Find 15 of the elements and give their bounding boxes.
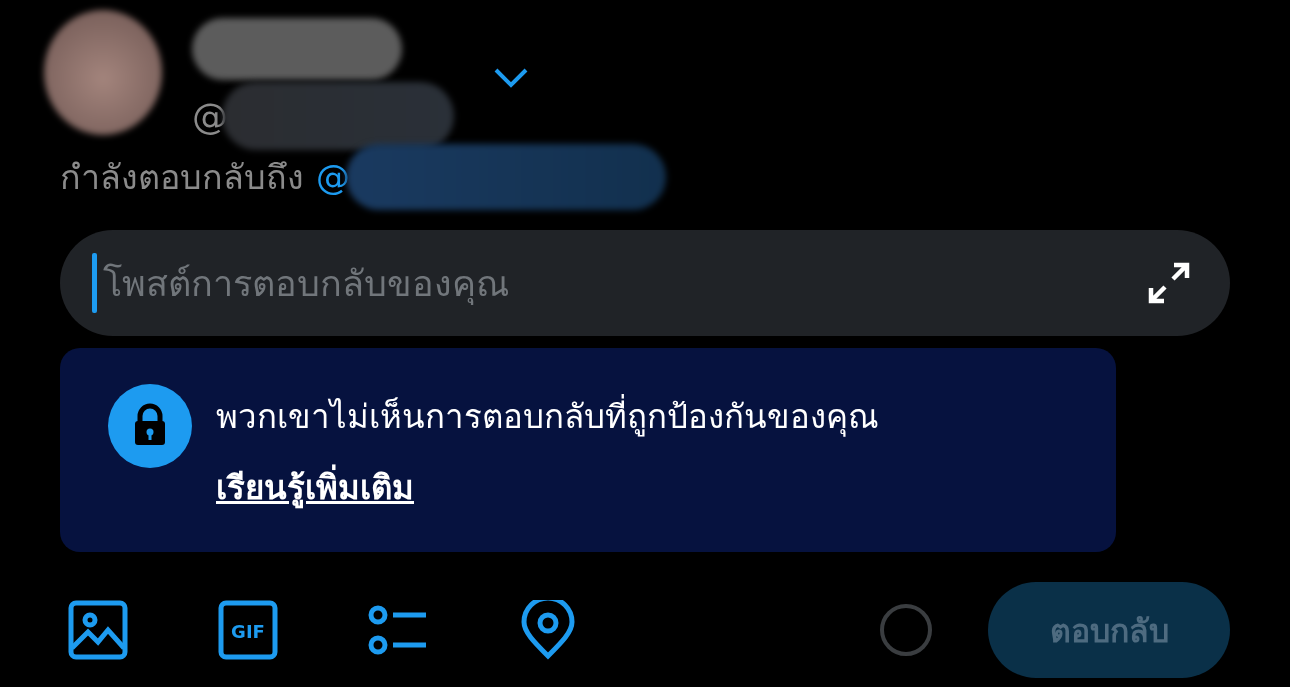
- image-icon[interactable]: [68, 600, 128, 660]
- lock-icon: [108, 384, 192, 468]
- gif-icon[interactable]: GIF: [218, 600, 278, 660]
- reply-to-handle[interactable]: @: [316, 157, 350, 197]
- replying-to-label: กำลังตอบกลับถึง: [60, 156, 304, 199]
- notice-text: พวกเขาไม่เห็นการตอบกลับที่ถูกป้องกันของคุณ: [216, 390, 879, 443]
- reply-field[interactable]: โพสต์การตอบกลับของคุณ: [60, 230, 1230, 336]
- character-count-ring: [880, 604, 932, 656]
- reply-input-field[interactable]: โพสต์การตอบกลับของคุณ: [101, 261, 1148, 305]
- chevron-down-icon[interactable]: [494, 68, 528, 88]
- learn-more-link[interactable]: เรียนรู้เพิ่มเติม: [216, 461, 879, 514]
- expand-icon[interactable]: [1148, 262, 1190, 304]
- account-handle: @: [192, 95, 228, 137]
- avatar[interactable]: [44, 10, 162, 135]
- text-cursor: [92, 253, 97, 313]
